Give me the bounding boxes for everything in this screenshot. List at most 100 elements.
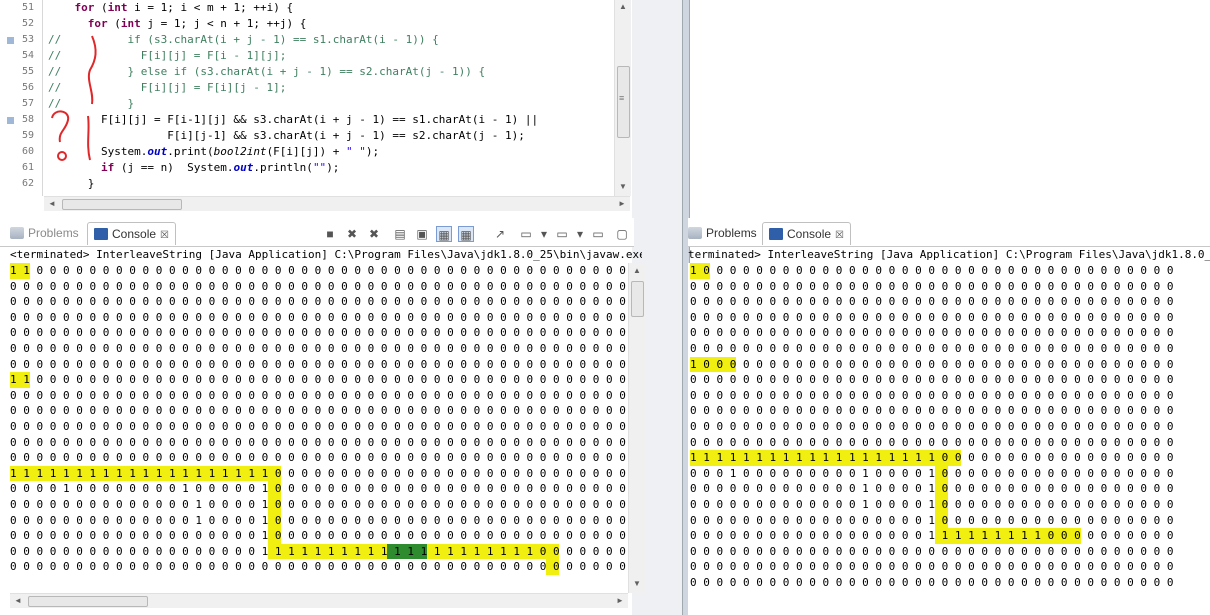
left-console-output[interactable]: 1 1 0 0 0 0 0 0 0 0 0 0 0 0 0 0 0 0 0 0 … [8, 263, 628, 593]
line-number: 59 [0, 128, 40, 144]
code-token: ); [365, 145, 380, 158]
problems-icon [688, 227, 702, 239]
code-token: out [233, 161, 254, 174]
red-circle-annotation [57, 151, 67, 161]
red-question-mark-annotation [51, 110, 70, 143]
console-output-line: 0 0 0 0 0 0 0 0 0 0 0 0 0 0 0 0 0 0 0 0 … [690, 435, 1174, 449]
console-output-line: 0 0 0 0 0 0 0 0 0 0 0 0 0 0 0 0 0 0 0 0 … [10, 435, 628, 449]
line-number: 52 [0, 16, 40, 32]
console-output-line: 1 1 0 0 0 0 0 0 0 0 0 0 0 0 0 0 0 0 0 0 … [10, 264, 628, 277]
console-output-line: 0 0 0 0 0 0 0 0 0 0 0 0 0 0 0 0 0 0 0 0 … [10, 451, 628, 465]
line-number: 51 [0, 0, 40, 16]
scroll-right-arrow-icon[interactable]: ► [618, 199, 626, 208]
console-toolbar-button[interactable]: ✖ [366, 226, 382, 242]
tab-problems[interactable]: Problems [10, 222, 79, 244]
console-toolbar-button[interactable]: ▾ [536, 226, 552, 242]
scroll-down-arrow-icon[interactable]: ▼ [633, 579, 641, 588]
line-number-label: 57 [22, 98, 35, 109]
close-icon[interactable]: ☒ [835, 230, 844, 241]
console-output-line: 0 0 0 0 0 0 0 0 0 0 0 0 0 0 1 0 0 0 0 1 … [10, 513, 628, 527]
line-number: 54 [0, 48, 40, 64]
console-toolbar-button[interactable]: ▭ [518, 226, 534, 242]
code-token: " " [346, 145, 366, 158]
line-number-label: 61 [22, 162, 35, 173]
red-bracket-annotation [87, 35, 97, 105]
console-output-line: 1 0 0 0 0 0 0 0 0 0 0 0 0 0 0 0 0 0 0 0 … [690, 357, 1174, 371]
line-number: 56 [0, 80, 40, 96]
console-horizontal-scrollbar[interactable]: ◄ ► [10, 593, 628, 608]
console-output-line: 0 0 0 0 0 0 0 0 0 0 0 0 0 0 0 0 0 0 0 0 … [10, 388, 628, 402]
code-token: ); [326, 161, 340, 174]
fold-marker-icon[interactable] [7, 117, 14, 124]
console-toolbar-button[interactable]: ✖ [344, 226, 360, 242]
console-output-line: 0 0 0 0 0 0 0 0 0 0 0 0 0 0 0 0 0 0 0 0 … [10, 326, 628, 340]
console-output-line: 0 0 0 0 0 0 0 0 0 0 0 0 0 0 0 0 0 0 0 0 … [10, 295, 628, 309]
console-toolbar-button[interactable]: ■ [322, 226, 338, 242]
scroll-left-arrow-icon[interactable]: ◄ [14, 596, 22, 605]
console-hscroll-thumb[interactable] [28, 596, 148, 607]
tab-console[interactable]: Console ☒ [87, 222, 176, 245]
console-toolbar-button[interactable]: ↗ [492, 226, 508, 242]
problems-icon [10, 227, 24, 239]
scroll-up-arrow-icon[interactable]: ▲ [619, 2, 627, 11]
editor-horizontal-scrollbar[interactable]: ◄ ► [44, 196, 630, 211]
line-number: 55 [0, 64, 40, 80]
scroll-down-arrow-icon[interactable]: ▼ [619, 182, 627, 191]
line-number-label: 51 [22, 2, 35, 13]
console-output-line: 1 1 0 0 0 0 0 0 0 0 0 0 0 0 0 0 0 0 0 0 … [10, 373, 628, 387]
terminated-status: <terminated> InterleaveString [Java Appl… [10, 248, 642, 261]
console-toolbar-button[interactable]: ▦ [458, 226, 474, 242]
console-toolbar-button[interactable]: ▢ [614, 226, 630, 242]
console-output-line: 1 1 1 1 1 1 1 1 1 1 1 1 1 1 1 1 1 1 1 0 … [690, 451, 1174, 465]
scroll-up-arrow-icon[interactable]: ▲ [633, 266, 641, 275]
console-toolbar-button[interactable]: ▦ [436, 226, 452, 242]
console-toolbar-button[interactable]: ▣ [414, 226, 430, 242]
line-number: 61 [0, 160, 40, 176]
scroll-grip-icon: ≡ [619, 93, 625, 103]
console-output-line: 0 0 0 0 0 0 0 0 0 0 0 0 0 0 0 0 0 0 0 0 … [10, 342, 628, 355]
console-output-line: 0 0 0 0 0 0 0 0 0 0 0 0 0 0 0 0 0 0 0 1 … [10, 544, 628, 558]
close-icon[interactable]: ☒ [160, 230, 169, 241]
console-output-line: 0 0 0 0 0 0 0 0 0 0 0 0 0 0 0 0 0 0 0 0 … [690, 388, 1174, 402]
console-output-line: 0 0 0 0 0 0 0 0 0 0 0 0 0 0 0 0 0 0 0 0 … [690, 326, 1174, 340]
console-output-line: 0 0 0 0 0 0 0 0 0 0 0 0 0 0 0 0 0 0 0 0 … [690, 404, 1174, 418]
editor-scroll-thumb[interactable]: ≡ [617, 66, 630, 138]
console-output-line: 0 0 0 0 0 0 0 0 0 0 0 0 0 0 1 0 0 0 0 1 … [10, 498, 628, 511]
console-icon [94, 228, 108, 240]
line-number: 58 [0, 112, 40, 128]
console-output-line: 0 0 0 0 0 0 0 0 0 0 0 0 0 0 0 0 0 0 0 0 … [10, 357, 628, 371]
console-toolbar-button[interactable]: ▾ [572, 226, 588, 242]
console-vertical-scrollbar[interactable]: ▲ ▼ [628, 263, 645, 593]
tab-problems[interactable]: Problems [688, 222, 757, 244]
tab-console[interactable]: Console ☒ [762, 222, 851, 245]
line-number-label: 56 [22, 82, 35, 93]
console-output-line: 0 0 0 0 1 0 0 0 0 0 0 0 0 1 0 0 0 0 0 1 … [10, 482, 628, 496]
red-annotation-marks [51, 35, 97, 161]
line-number-label: 52 [22, 18, 35, 29]
code-token: "" [312, 161, 327, 174]
console-output-line: 0 0 0 0 0 0 0 0 0 0 0 0 0 0 0 0 0 0 0 0 … [10, 404, 628, 418]
console-output-line: 0 0 0 0 0 0 0 0 0 0 0 0 0 0 0 0 0 0 0 0 … [690, 576, 1174, 589]
scroll-right-arrow-icon[interactable]: ► [616, 596, 624, 605]
right-console-output[interactable]: 1 0 0 0 0 0 0 0 0 0 0 0 0 0 0 0 0 0 0 0 … [688, 263, 1210, 615]
left-view-tab-bar: Problems Console ☒ ■ ✖ ✖ ▤ ▣ ▦ ▦ ↗ ▭ ▾ ▭ ▾ ▭ ▢ [0, 218, 634, 247]
console-output-line: 0 0 0 0 0 0 0 0 0 0 0 0 0 0 0 0 0 0 0 0 … [690, 310, 1174, 324]
code-editor[interactable]: 51 52 53 54 55 56 57 58 59 60 61 62 for (int i = 1;… [0, 0, 632, 196]
console-toolbar-button[interactable]: ▭ [554, 226, 570, 242]
line-number: 57 [0, 96, 40, 112]
line-number-label: 55 [22, 66, 35, 77]
console-output-line: 0 0 0 0 0 0 0 0 0 0 0 0 0 0 0 0 0 0 0 0 … [690, 295, 1174, 309]
console-scroll-thumb[interactable] [631, 281, 644, 317]
scroll-left-arrow-icon[interactable]: ◄ [48, 199, 56, 208]
fold-marker-icon[interactable] [7, 37, 14, 44]
console-toolbar-button[interactable]: ▤ [392, 226, 408, 242]
console-output-line: 0 0 0 0 0 0 0 0 0 0 0 0 0 0 0 0 0 0 0 0 … [690, 420, 1174, 433]
code-token: bool2int [213, 145, 267, 158]
console-output-line: 0 0 0 0 0 0 0 0 0 0 0 0 0 0 0 0 0 0 0 0 … [10, 420, 628, 433]
console-toolbar-button[interactable]: ▭ [590, 226, 606, 242]
editor-vertical-scrollbar[interactable]: ▲ ≡ ▼ [614, 0, 631, 196]
editor-hscroll-thumb[interactable] [62, 199, 182, 210]
console-output-line: 0 0 0 0 0 0 0 0 0 0 0 0 0 0 0 0 0 0 0 0 … [10, 310, 628, 324]
line-number-gutter: 51 52 53 54 55 56 57 58 59 60 61 62 [0, 0, 43, 196]
line-number-label: 60 [22, 146, 35, 157]
